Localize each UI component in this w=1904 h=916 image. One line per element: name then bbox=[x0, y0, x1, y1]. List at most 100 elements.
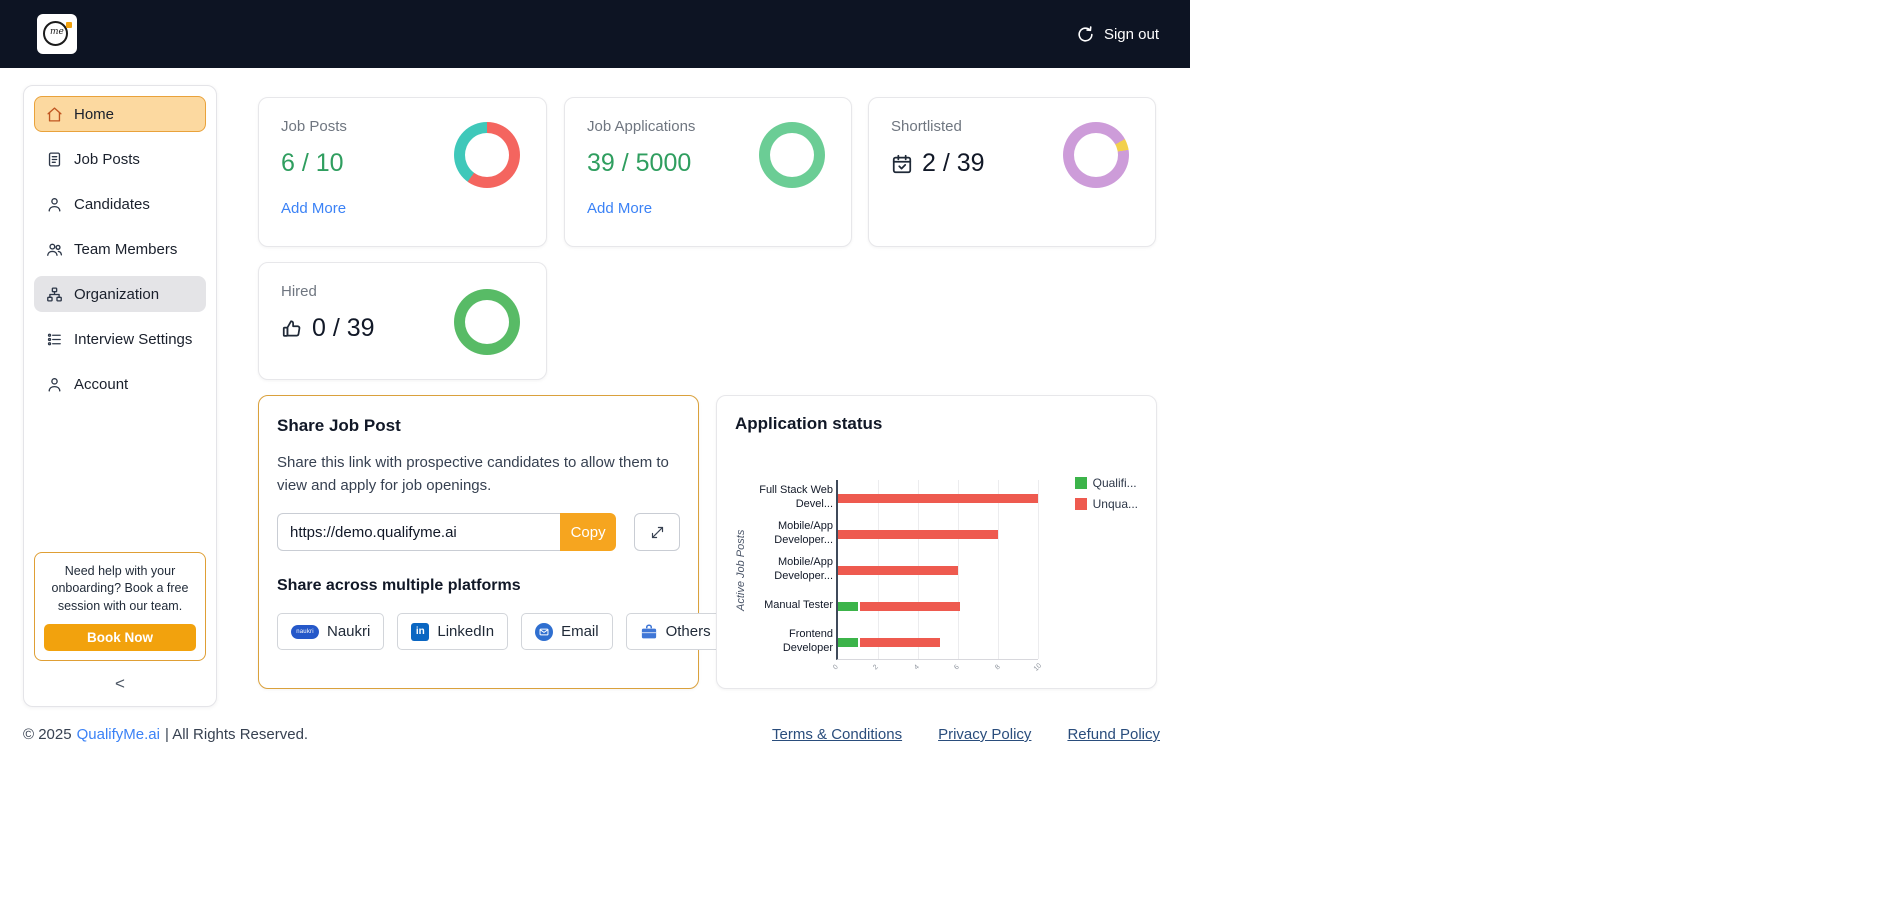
share-job-post-card: Share Job Post Share this link with pros… bbox=[258, 395, 725, 689]
sidebar-item-account[interactable]: Account bbox=[34, 366, 206, 402]
bar-row bbox=[838, 624, 1038, 660]
chart-ticks: 0 2 4 6 8 10 bbox=[832, 662, 1043, 682]
copyright-year: © 2025 bbox=[23, 726, 72, 743]
privacy-link[interactable]: Privacy Policy bbox=[938, 726, 1031, 743]
legend-item: Qualifi... bbox=[1074, 476, 1138, 490]
sidebar-item-label: Candidates bbox=[74, 195, 150, 213]
legend-label: Unqua... bbox=[1092, 497, 1138, 511]
bar-segment bbox=[838, 493, 1038, 503]
copy-button[interactable]: Copy bbox=[559, 513, 617, 551]
share-others-button[interactable]: Others bbox=[625, 613, 725, 650]
sign-out-button[interactable]: Sign out bbox=[1076, 25, 1159, 44]
platform-label: Naukri bbox=[327, 623, 371, 640]
stat-value-text: 0 / 39 bbox=[312, 314, 375, 342]
list-settings-icon bbox=[47, 333, 61, 345]
share-url-row: Copy bbox=[277, 513, 681, 551]
gridline bbox=[1038, 480, 1039, 659]
document-icon bbox=[48, 151, 61, 167]
share-email-button[interactable]: Email bbox=[521, 613, 613, 650]
x-tick-label: 4 bbox=[912, 663, 921, 672]
footer: © 2025 QualifyMe.ai | All Rights Reserve… bbox=[0, 712, 1190, 743]
legend-swatch bbox=[1074, 498, 1087, 510]
bar-segment bbox=[838, 529, 998, 539]
sidebar-item-home[interactable]: Home bbox=[34, 96, 206, 132]
share-naukri-button[interactable]: naukri Naukri bbox=[277, 613, 385, 650]
sidebar-item-label: Account bbox=[74, 375, 129, 393]
sidebar-item-label: Team Members bbox=[74, 240, 178, 258]
qualifyme-link[interactable]: QualifyMe.ai bbox=[77, 726, 160, 743]
share-linkedin-button[interactable]: in LinkedIn bbox=[397, 613, 509, 650]
job-posts-card: Job Posts 6 / 10 Add More bbox=[258, 97, 547, 247]
sidebar-item-team-members[interactable]: Team Members bbox=[34, 231, 206, 267]
job-applications-donut bbox=[759, 122, 825, 188]
hired-donut bbox=[454, 289, 520, 355]
chart-y-axis-label: Active Job Posts bbox=[735, 529, 747, 611]
header: me Sign out bbox=[0, 0, 1190, 68]
help-text: Need help with your onboarding? Book a f… bbox=[51, 563, 189, 613]
org-chart-icon bbox=[47, 286, 62, 302]
share-url-input[interactable] bbox=[277, 513, 560, 551]
chart-category-label: Manual Tester bbox=[764, 599, 833, 612]
sidebar-item-label: Organization bbox=[74, 285, 160, 303]
shortlisted-donut bbox=[1063, 122, 1129, 188]
people-icon bbox=[47, 243, 63, 256]
chart-category-label: Mobile/App Developer... bbox=[774, 520, 833, 546]
copyright: © 2025 QualifyMe.ai | All Rights Reserve… bbox=[23, 726, 308, 743]
refund-link[interactable]: Refund Policy bbox=[1067, 726, 1160, 743]
application-status-card: Application status Active Job Posts Full… bbox=[716, 395, 1157, 689]
sign-out-icon bbox=[1078, 25, 1093, 42]
add-more-link[interactable]: Add More bbox=[281, 200, 346, 217]
logo[interactable]: me bbox=[37, 14, 77, 54]
person-icon bbox=[48, 197, 61, 212]
job-applications-card: Job Applications 39 / 5000 Add More bbox=[564, 97, 852, 247]
legend-item: Unqua... bbox=[1074, 497, 1138, 511]
application-status-title: Application status bbox=[735, 414, 883, 433]
email-icon bbox=[535, 622, 554, 641]
bar-row bbox=[838, 480, 1038, 516]
book-now-button[interactable]: Book Now bbox=[44, 624, 196, 651]
home-icon bbox=[47, 106, 62, 122]
chart-category-label: Mobile/App Developer... bbox=[774, 556, 833, 582]
expand-icon bbox=[651, 526, 663, 538]
platforms-row: naukri Naukri in LinkedIn Email Others bbox=[277, 613, 725, 650]
chart-category-label: Frontend Developer bbox=[782, 628, 833, 654]
platform-label: Others bbox=[665, 623, 711, 640]
bar-segment bbox=[860, 601, 960, 611]
x-tick-label: 0 bbox=[832, 663, 840, 672]
legend-label: Qualifi... bbox=[1092, 476, 1137, 490]
shortlisted-card: Shortlisted 2 / 39 bbox=[868, 97, 1156, 247]
application-status-chart: Active Job Posts Full Stack Web Devel...… bbox=[735, 454, 1138, 690]
sidebar-collapse-button[interactable]: < bbox=[34, 675, 206, 692]
sidebar-item-job-posts[interactable]: Job Posts bbox=[34, 141, 206, 177]
platform-label: LinkedIn bbox=[437, 623, 495, 640]
bar-segment bbox=[838, 601, 858, 611]
hired-card: Hired 0 / 39 bbox=[258, 262, 547, 380]
expand-button[interactable] bbox=[634, 513, 681, 551]
naukri-icon: naukri bbox=[291, 624, 319, 639]
sign-out-label: Sign out bbox=[1103, 25, 1159, 43]
chart-category-labels: Full Stack Web Devel... Mobile/App Develo… bbox=[749, 480, 833, 660]
bar-segment bbox=[838, 637, 858, 647]
legend-swatch bbox=[1074, 477, 1087, 489]
chart-plot bbox=[836, 480, 1039, 660]
app: me Sign out Home Job Posts Candidates Te… bbox=[0, 0, 1190, 916]
stat-value-text: 2 / 39 bbox=[922, 149, 985, 177]
sidebar-item-organization[interactable]: Organization bbox=[34, 276, 206, 312]
share-title: Share Job Post bbox=[277, 416, 401, 435]
footer-links: Terms & Conditions Privacy Policy Refund… bbox=[772, 726, 1160, 743]
add-more-link[interactable]: Add More bbox=[587, 200, 652, 217]
chart-legend: Qualifi... Unqua... bbox=[1074, 476, 1138, 511]
logo-dot-icon bbox=[66, 22, 72, 28]
x-tick-label: 8 bbox=[993, 663, 1002, 672]
thumbs-up-icon bbox=[282, 319, 301, 337]
bar-row bbox=[838, 552, 1038, 588]
bar-segment bbox=[860, 637, 940, 647]
job-posts-donut bbox=[454, 122, 520, 188]
person-icon bbox=[48, 377, 61, 392]
terms-link[interactable]: Terms & Conditions bbox=[772, 726, 902, 743]
platforms-title: Share across multiple platforms bbox=[277, 577, 521, 594]
x-tick-label: 10 bbox=[1032, 662, 1044, 673]
x-tick-label: 6 bbox=[953, 663, 962, 672]
sidebar-item-interview-settings[interactable]: Interview Settings bbox=[34, 321, 206, 357]
sidebar-item-candidates[interactable]: Candidates bbox=[34, 186, 206, 222]
